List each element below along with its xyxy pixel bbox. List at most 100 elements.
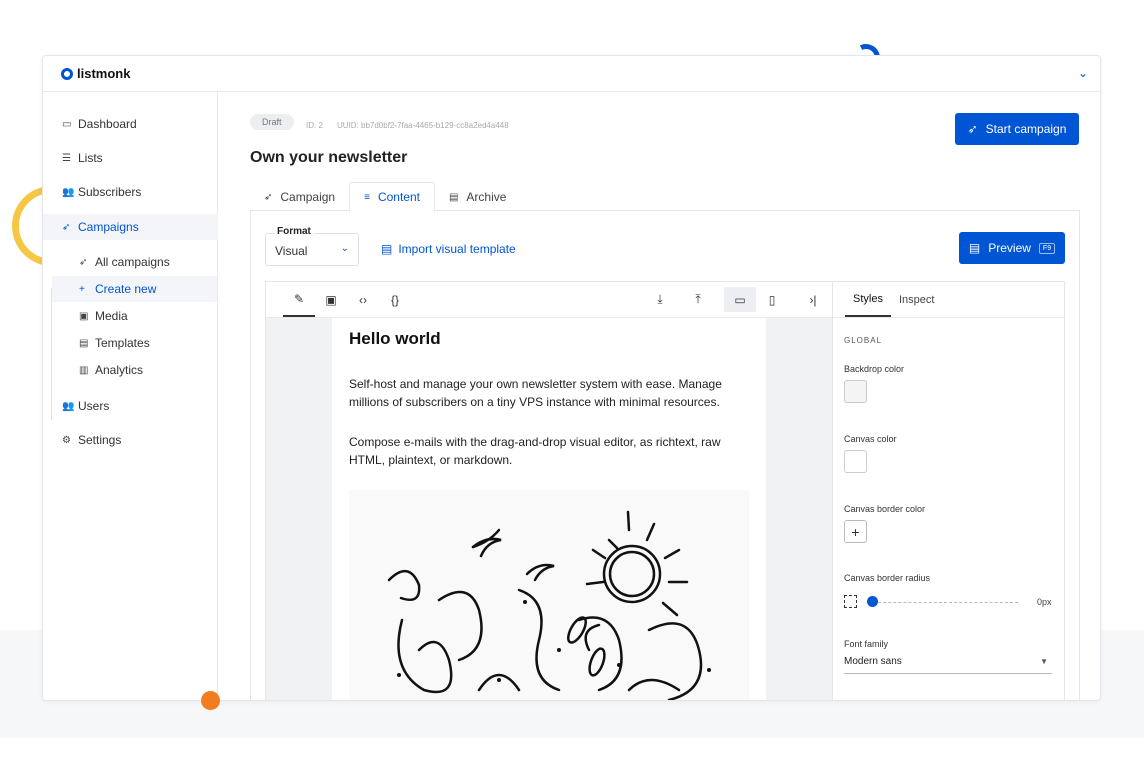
file-icon: ▤ <box>968 241 981 255</box>
canvas-border-color-label: Canvas border color <box>844 504 926 514</box>
users-icon: 👥 <box>62 400 75 412</box>
rocket-icon: ➶ <box>967 122 978 136</box>
logo[interactable]: listmonk <box>61 66 130 81</box>
email-canvas: Hello world Self-host and manage your ow… <box>332 318 766 700</box>
preview-label: Preview <box>988 241 1031 255</box>
desktop-icon[interactable]: ▭ <box>724 287 756 312</box>
download-icon[interactable]: ⤓ <box>644 282 676 317</box>
add-border-color-button[interactable]: + <box>844 520 867 543</box>
styles-panel: Styles Inspect GLOBAL Backdrop color Can… <box>832 282 1064 700</box>
tab-archive[interactable]: ▤ Archive <box>435 182 520 212</box>
sidebar-subitem-media[interactable]: ▣ Media <box>52 303 217 329</box>
email-heading[interactable]: Hello world <box>349 329 441 349</box>
import-template-link[interactable]: ▤ Import visual template <box>381 242 516 256</box>
sidebar-subitem-analytics[interactable]: ▥ Analytics <box>52 357 217 383</box>
import-template-label: Import visual template <box>398 242 516 256</box>
rocket-icon: ➶ <box>264 191 273 203</box>
sidebar-item-label: Media <box>95 309 128 323</box>
rocket-icon: ➶ <box>79 256 88 268</box>
app-window: listmonk ⌄ ▭ Dashboard ☰ Lists 👥 Subscri… <box>42 55 1101 701</box>
mobile-icon[interactable]: ▯ <box>756 282 788 317</box>
border-radius-slider-track[interactable] <box>873 602 1018 603</box>
sidebar-subitem-create-new[interactable]: + Create new <box>52 276 217 302</box>
section-heading: GLOBAL <box>844 336 883 345</box>
preview-button[interactable]: ▤ Preview F9 <box>959 232 1065 264</box>
tab-label: Campaign <box>280 190 336 204</box>
email-illustration[interactable] <box>349 490 749 700</box>
sidebar: ▭ Dashboard ☰ Lists 👥 Subscribers ➶ Camp… <box>43 92 218 700</box>
tab-campaign[interactable]: ➶ Campaign <box>250 182 349 212</box>
json-icon[interactable]: {} <box>379 282 411 317</box>
sidebar-item-label: Users <box>78 399 110 413</box>
list-icon: ☰ <box>62 152 71 164</box>
bar-chart-icon: ▥ <box>79 364 89 376</box>
plus-icon: + <box>851 523 860 540</box>
dashboard-icon: ▭ <box>62 118 72 130</box>
email-paragraph[interactable]: Compose e-mails with the drag-and-drop v… <box>349 433 729 469</box>
lines-icon: ≡ <box>364 191 370 203</box>
html-code-icon[interactable]: ‹› <box>347 282 379 317</box>
page-title: Own your newsletter <box>250 149 408 166</box>
chevron-down-icon: ⌄ <box>340 243 349 254</box>
sidebar-item-subscribers[interactable]: 👥 Subscribers <box>43 179 218 205</box>
image-icon: ▣ <box>79 310 89 322</box>
sidebar-subitem-templates[interactable]: ▤ Templates <box>52 330 217 356</box>
sidebar-item-settings[interactable]: ⚙ Settings <box>43 427 218 453</box>
tab-label: Archive <box>466 190 507 204</box>
code-block-icon[interactable]: ▣ <box>315 282 347 317</box>
canvas-color-swatch[interactable] <box>844 450 867 473</box>
upload-icon[interactable]: ⤒ <box>682 282 714 317</box>
sidebar-item-label: Dashboard <box>78 117 137 131</box>
styles-panel-tabs: Styles Inspect <box>833 282 1064 318</box>
sidebar-subitem-all-campaigns[interactable]: ➶ All campaigns <box>52 249 217 275</box>
format-label: Format <box>274 226 314 237</box>
sidebar-item-dashboard[interactable]: ▭ Dashboard <box>43 111 218 137</box>
font-family-value: Modern sans <box>844 656 902 667</box>
shortcut-badge: F9 <box>1038 242 1056 254</box>
format-select[interactable]: Format Visual ⌄ <box>265 226 359 266</box>
chevron-down-icon[interactable]: ⌄ <box>1078 66 1088 80</box>
format-value: Visual <box>275 244 308 258</box>
sidebar-item-label: Create new <box>95 282 157 296</box>
plus-icon: + <box>79 283 85 295</box>
tab-label: Content <box>377 190 420 204</box>
tab-content[interactable]: ≡ Content <box>349 182 435 212</box>
decorative-dot <box>201 691 220 710</box>
logo-icon <box>61 67 73 80</box>
doodle-illustration <box>387 510 711 700</box>
start-campaign-button[interactable]: ➶ Start campaign <box>955 113 1079 145</box>
border-radius-icon <box>844 595 857 608</box>
caret-down-icon: ▼ <box>1040 657 1048 666</box>
start-campaign-label: Start campaign <box>985 122 1067 136</box>
sidebar-item-campaigns[interactable]: ➶ Campaigns <box>43 214 218 240</box>
canvas-backdrop: Hello world Self-host and manage your ow… <box>266 318 832 700</box>
border-radius-slider-handle[interactable] <box>867 596 878 607</box>
email-paragraph[interactable]: Self-host and manage your own newsletter… <box>349 375 729 411</box>
sidebar-item-lists[interactable]: ☰ Lists <box>43 145 218 171</box>
visual-editor: ✎ ▣ ‹› {} ⤓ ⤒ ▭ ▯ ›| Hello world Self-ho… <box>265 281 1065 700</box>
sidebar-item-label: Settings <box>78 433 122 447</box>
sidebar-item-label: Campaigns <box>78 220 139 234</box>
sidebar-item-label: Subscribers <box>78 185 142 199</box>
app-name: listmonk <box>77 66 131 81</box>
tab-inspect[interactable]: Inspect <box>891 282 942 317</box>
sidebar-item-label: Analytics <box>95 363 144 377</box>
canvas-border-radius-label: Canvas border radius <box>844 573 931 583</box>
file-icon: ▤ <box>79 337 89 349</box>
backdrop-color-label: Backdrop color <box>844 364 905 374</box>
sidebar-item-users[interactable]: 👥 Users <box>43 393 218 419</box>
editor-toolbar: ✎ ▣ ‹› {} ⤓ ⤒ ▭ ▯ ›| <box>266 282 832 318</box>
backdrop-color-swatch[interactable] <box>844 380 867 403</box>
gear-icon: ⚙ <box>62 434 71 446</box>
main-content: Draft ID: 2 UUID: bb7d0bf2-7faa-4465-b12… <box>227 92 1100 700</box>
pencil-icon[interactable]: ✎ <box>283 282 315 317</box>
sidebar-item-label: All campaigns <box>95 255 170 269</box>
archive-icon: ▤ <box>448 191 459 203</box>
sidebar-item-label: Templates <box>95 336 150 350</box>
font-family-select[interactable]: Modern sans ▼ <box>844 656 1052 674</box>
collapse-panel-icon[interactable]: ›| <box>797 282 829 317</box>
tab-styles[interactable]: Styles <box>845 282 891 317</box>
rocket-icon: ➶ <box>62 221 71 233</box>
campaign-uuid: UUID: bb7d0bf2-7faa-4465-b129-cc8a2ed4a4… <box>337 121 509 130</box>
top-navbar: listmonk ⌄ <box>43 56 1100 92</box>
